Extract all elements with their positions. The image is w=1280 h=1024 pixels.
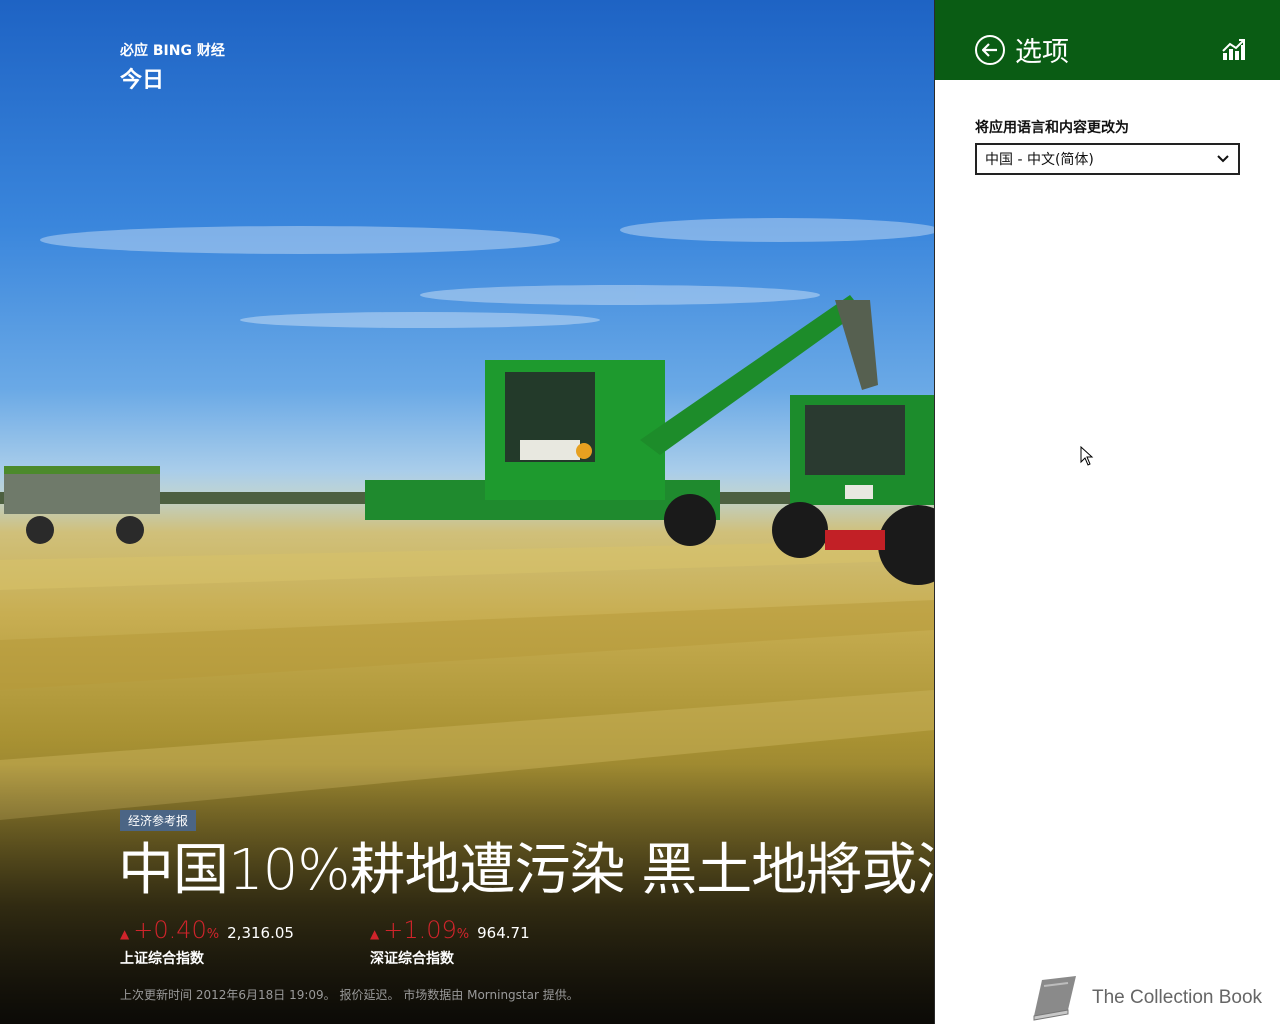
watermark-text: The Collection Book: [1092, 987, 1263, 1008]
update-timestamp: 上次更新时间 2012年6月18日 19:09。 报价延迟。 市场数据由 Mor…: [120, 988, 579, 1002]
language-select[interactable]: 中国 - 中文(简体): [975, 143, 1240, 175]
up-arrow-icon: ▲: [120, 927, 130, 941]
language-setting-label: 将应用语言和内容更改为: [975, 120, 1129, 136]
book-icon: [1033, 976, 1076, 1021]
stock-quote-shanghai[interactable]: ▲ +0.40 % 2,316.05 上证综合指数: [120, 916, 294, 968]
stock-change-unit: %: [456, 927, 470, 942]
mouse-cursor-icon: [1080, 446, 1094, 466]
back-button[interactable]: [975, 35, 1005, 65]
hero-article[interactable]: 必应 BING 财经 今日 经济参考报 中国10%耕地遭污染 黑土地將或消 ▲ …: [0, 0, 934, 1024]
pane-header: 选项: [935, 0, 1280, 80]
up-arrow-icon: ▲: [370, 927, 380, 941]
pane-title: 选项: [1015, 37, 1069, 68]
article-headline[interactable]: 中国10%耕地遭污染 黑土地將或消: [118, 836, 934, 906]
chevron-down-icon: [1217, 155, 1229, 163]
settings-pane: 选项 将应用语言和内容更改为 中国 - 中文(简体): [934, 0, 1280, 1024]
watermark: The Collection Book: [1028, 974, 1262, 1022]
section-title: 今日: [120, 68, 165, 93]
finance-chart-icon: [1222, 39, 1245, 60]
stock-change: +1.09: [383, 916, 457, 944]
language-select-value: 中国 - 中文(简体): [985, 152, 1094, 168]
stock-value: 2,316.05: [227, 924, 294, 942]
back-arrow-icon: [982, 43, 997, 57]
stock-quote-shenzhen[interactable]: ▲ +1.09 % 964.71 深证综合指数: [370, 916, 530, 968]
app-brand: 必应 BING 财经: [120, 43, 225, 59]
stock-name: 深证综合指数: [370, 951, 454, 967]
source-tag[interactable]: 经济参考报: [120, 810, 197, 831]
stock-change-unit: %: [206, 927, 220, 942]
stock-change: +0.40: [133, 916, 207, 944]
stock-value: 964.71: [477, 924, 530, 942]
stock-name: 上证综合指数: [120, 951, 204, 967]
